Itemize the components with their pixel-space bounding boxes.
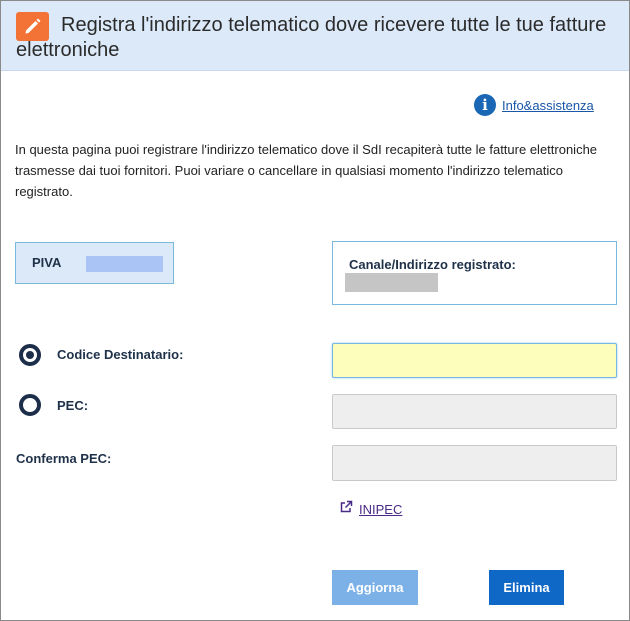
conferma-pec-input[interactable] [332, 445, 617, 481]
intro-text: In questa pagina puoi registrare l'indir… [15, 142, 598, 199]
info-assistenza[interactable]: i Info&assistenza [474, 94, 594, 116]
pec-label: PEC: [57, 398, 89, 413]
aggiorna-button[interactable]: Aggiorna [332, 570, 418, 605]
info-assistenza-link[interactable]: Info&assistenza [502, 98, 594, 113]
pec-radio[interactable] [19, 394, 41, 416]
pec-input[interactable] [332, 394, 617, 429]
registered-channel-box: Canale/Indirizzo registrato: [332, 241, 617, 305]
inipec-link[interactable]: INIPEC [359, 502, 402, 517]
codice-destinatario-radio[interactable] [19, 344, 41, 366]
page-header: Registra l'indirizzo telematico dove ric… [1, 1, 629, 71]
piva-box: PIVA [15, 242, 174, 284]
registered-channel-value [345, 273, 438, 292]
codice-destinatario-input[interactable] [332, 343, 617, 378]
info-icon[interactable]: i [474, 94, 496, 116]
codice-destinatario-label: Codice Destinatario: [57, 347, 184, 362]
conferma-pec-label: Conferma PEC: [16, 451, 112, 466]
inipec-link-group[interactable]: INIPEC [339, 500, 402, 519]
page-title: Registra l'indirizzo telematico dove ric… [16, 14, 607, 61]
registered-channel-label: Canale/Indirizzo registrato: [349, 257, 516, 272]
elimina-button[interactable]: Elimina [489, 570, 564, 605]
piva-value [86, 256, 163, 272]
piva-label: PIVA [32, 255, 62, 270]
external-link-icon[interactable] [339, 500, 353, 519]
